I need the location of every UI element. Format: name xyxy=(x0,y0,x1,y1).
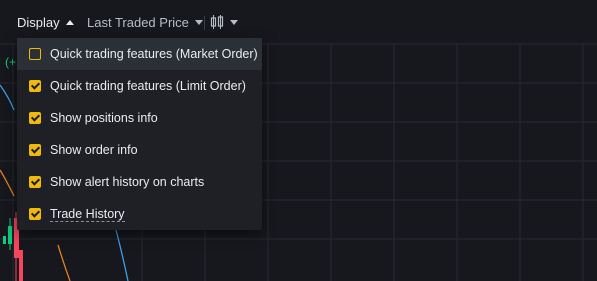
menu-item-label: Show order info xyxy=(50,143,138,157)
candle-up xyxy=(8,226,12,244)
menu-item-label: Quick trading features (Market Order) xyxy=(50,47,258,61)
menu-item-label: Quick trading features (Limit Order) xyxy=(50,79,246,93)
price-type-label: Last Traded Price xyxy=(87,15,189,30)
display-menu-toggle[interactable]: Display xyxy=(17,15,74,30)
price-type-dropdown[interactable]: Last Traded Price xyxy=(87,15,203,30)
candlestick-icon xyxy=(210,15,224,29)
menu-item-quick-trading-market[interactable]: Quick trading features (Market Order) xyxy=(17,38,262,70)
toolbar-divider xyxy=(204,16,205,30)
caret-down-icon xyxy=(230,19,238,25)
chart-legend-fragment: (+ xyxy=(5,55,16,69)
menu-item-show-orders[interactable]: Show order info xyxy=(17,134,262,166)
menu-item-label: Trade History xyxy=(50,206,125,222)
checkbox-checked[interactable] xyxy=(29,176,41,188)
menu-item-label: Show alert history on charts xyxy=(50,175,205,189)
menu-item-trade-history[interactable]: Trade History xyxy=(17,198,262,230)
display-label: Display xyxy=(17,15,60,30)
display-dropdown-menu: Quick trading features (Market Order) Qu… xyxy=(17,38,262,230)
checkbox-checked[interactable] xyxy=(29,80,41,92)
menu-item-label: Show positions info xyxy=(50,111,158,125)
checkbox-unchecked[interactable] xyxy=(29,48,41,60)
candle-down xyxy=(19,250,23,281)
checkbox-checked[interactable] xyxy=(29,208,41,220)
checkbox-checked[interactable] xyxy=(29,112,41,124)
menu-item-show-positions[interactable]: Show positions info xyxy=(17,102,262,134)
checkbox-checked[interactable] xyxy=(29,144,41,156)
candle-up xyxy=(3,236,6,244)
caret-up-icon xyxy=(65,20,74,25)
caret-down-icon xyxy=(194,20,203,25)
menu-item-quick-trading-limit[interactable]: Quick trading features (Limit Order) xyxy=(17,70,262,102)
menu-item-alert-history[interactable]: Show alert history on charts xyxy=(17,166,262,198)
chart-type-dropdown[interactable] xyxy=(210,14,238,30)
